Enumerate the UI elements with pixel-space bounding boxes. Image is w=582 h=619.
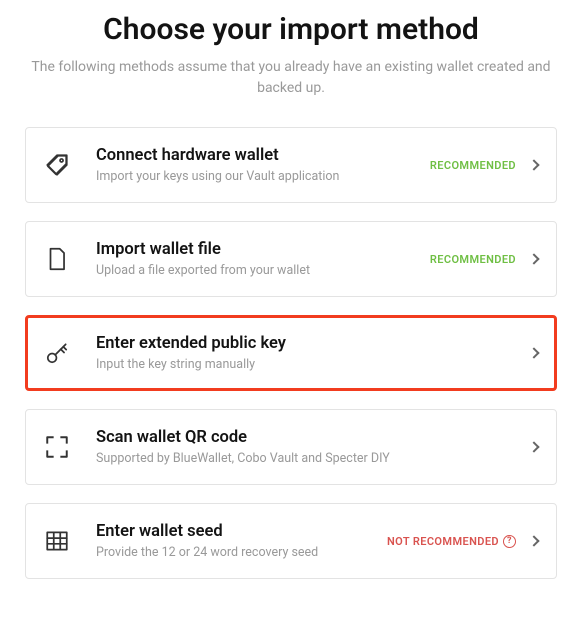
status-badge-text: NOT RECOMMENDED xyxy=(387,535,499,548)
option-title: Enter wallet seed xyxy=(96,522,377,541)
option-title: Import wallet file xyxy=(96,240,420,259)
option-import-file[interactable]: Import wallet file Upload a file exporte… xyxy=(25,221,557,297)
help-icon[interactable]: ? xyxy=(503,535,516,548)
option-desc: Input the key string manually xyxy=(96,357,506,372)
option-enter-seed[interactable]: Enter wallet seed Provide the 12 or 24 w… xyxy=(25,503,557,579)
status-badge-recommended: RECOMMENDED xyxy=(430,253,516,266)
scan-icon xyxy=(44,434,70,460)
chevron-right-icon xyxy=(528,441,539,452)
chevron-right-icon xyxy=(528,347,539,358)
option-desc: Supported by BlueWallet, Cobo Vault and … xyxy=(96,451,506,466)
option-connect-hardware[interactable]: Connect hardware wallet Import your keys… xyxy=(25,127,557,203)
option-desc: Upload a file exported from your wallet xyxy=(96,263,420,278)
file-icon xyxy=(44,246,70,272)
page-title: Choose your import method xyxy=(25,12,557,47)
option-desc: Import your keys using our Vault applica… xyxy=(96,169,420,184)
key-icon xyxy=(44,340,70,366)
option-title: Connect hardware wallet xyxy=(96,146,420,165)
chevron-right-icon xyxy=(528,159,539,170)
option-desc: Provide the 12 or 24 word recovery seed xyxy=(96,545,377,560)
option-scan-qr[interactable]: Scan wallet QR code Supported by BlueWal… xyxy=(25,409,557,485)
option-title: Enter extended public key xyxy=(96,334,506,353)
grid-icon xyxy=(44,528,70,554)
tag-icon xyxy=(44,152,70,178)
status-badge-not-recommended: NOT RECOMMENDED ? xyxy=(387,535,516,548)
status-badge-recommended: RECOMMENDED xyxy=(430,159,516,172)
page-subtitle: The following methods assume that you al… xyxy=(25,57,557,99)
chevron-right-icon xyxy=(528,253,539,264)
option-extended-pubkey[interactable]: Enter extended public key Input the key … xyxy=(25,315,557,391)
chevron-right-icon xyxy=(528,535,539,546)
option-title: Scan wallet QR code xyxy=(96,428,506,447)
